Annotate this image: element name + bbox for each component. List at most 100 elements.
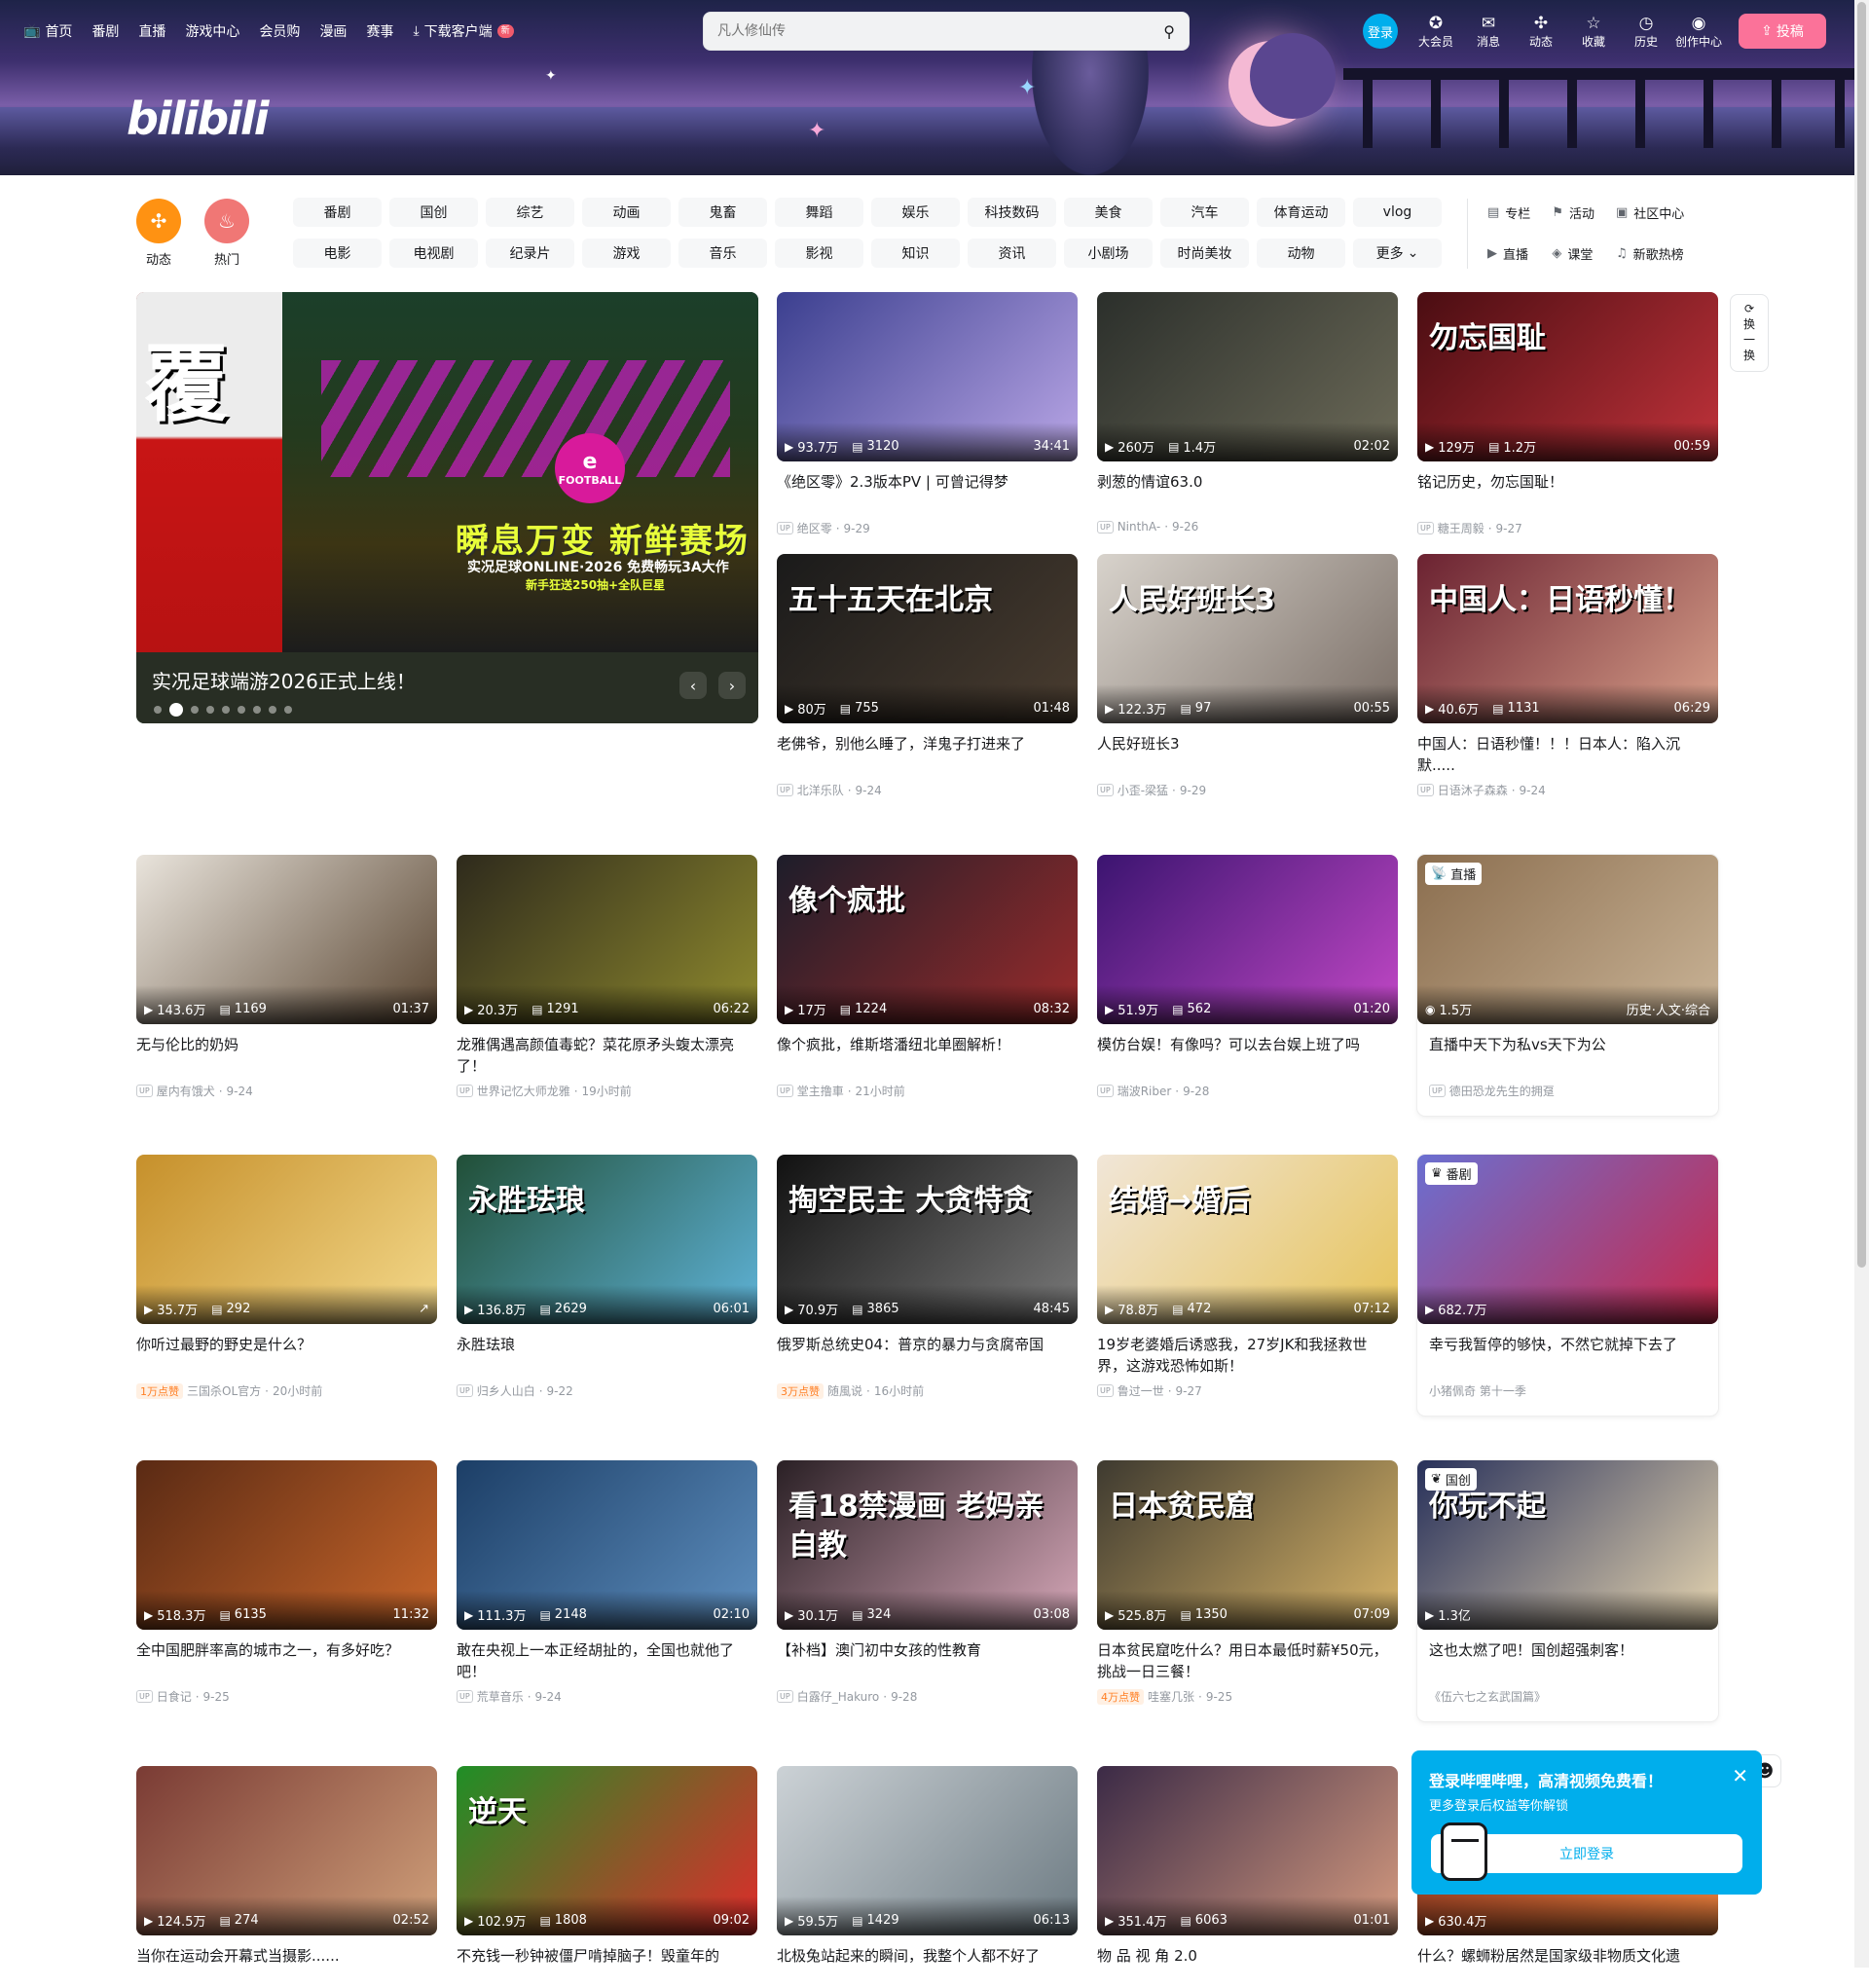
author-name[interactable]: 三国杀OL官方 bbox=[187, 1382, 261, 1399]
video-card[interactable]: ▶ 51.9万 ▤ 562 01:20 模仿台娱！有像吗？可以去台娱上班了吗 UP 瑞波Rib… bbox=[1097, 855, 1398, 1099]
author-name[interactable]: 绝区零 bbox=[797, 520, 832, 536]
video-title[interactable]: 老佛爷，别他么睡了，洋鬼子打进来了 bbox=[777, 733, 1078, 776]
video-cover[interactable]: 结婚→婚后 ▶ 78.8万 ▤ 472 07:12 bbox=[1097, 1155, 1398, 1324]
page-scrollbar[interactable] bbox=[1854, 0, 1869, 1968]
channel-item[interactable]: 国创 bbox=[389, 198, 478, 227]
video-card[interactable]: 结婚→婚后 ▶ 78.8万 ▤ 472 07:12 19岁老婆婚后诱惑我，27岁JK和我拯救… bbox=[1097, 1155, 1398, 1399]
video-cover[interactable]: 逆天 ▶ 102.9万 ▤ 1808 09:02 bbox=[457, 1766, 757, 1935]
channel-item[interactable]: 体育运动 bbox=[1257, 198, 1345, 227]
video-title[interactable]: 什么？螺蛳粉居然是国家级非物质文化遗 bbox=[1417, 1945, 1718, 1988]
author-name[interactable]: 归乡人山白 bbox=[477, 1382, 535, 1399]
share-icon[interactable]: ↗ bbox=[419, 1302, 429, 1316]
channel-link[interactable]: ◈ 课堂 bbox=[1552, 239, 1594, 268]
nav-manga[interactable]: 漫画 bbox=[319, 21, 347, 41]
channel-item[interactable]: 番剧 bbox=[293, 198, 382, 227]
video-card[interactable]: 逆天 ▶ 102.9万 ▤ 1808 09:02 不充钱一秒钟被僵尸啃掉脑子！毁童年的 bbox=[457, 1766, 757, 1988]
video-cover[interactable]: 掏空民主 大贪特贪 ▶ 70.9万 ▤ 3865 48:45 bbox=[777, 1155, 1078, 1324]
carousel-dot[interactable] bbox=[191, 706, 199, 714]
channel-item[interactable]: 影视 bbox=[775, 239, 863, 268]
author-name[interactable]: 瑞波Riber bbox=[1118, 1083, 1172, 1099]
banner-carousel[interactable]: 覆 e FOOTBALL 瞬息万变 新鲜赛场 实况足球ONLINE·2026 免费… bbox=[136, 292, 758, 723]
nav-bangumi[interactable]: 番剧 bbox=[92, 21, 119, 41]
video-card[interactable]: ▶ 124.5万 ▤ 274 02:52 当你在运动会开幕式当摄影...... bbox=[136, 1766, 437, 1988]
refresh-button[interactable]: ⟳ 换一换 bbox=[1730, 294, 1769, 372]
channel-item[interactable]: 纪录片 bbox=[486, 239, 574, 268]
nav-game-center[interactable]: 游戏中心 bbox=[185, 21, 239, 41]
nav-vip[interactable]: ✪ 大会员 bbox=[1410, 14, 1462, 50]
video-card[interactable]: ▶ 20.3万 ▤ 1291 06:22 龙雅偶遇高颜值毒蛇？菜花原矛头蝮太漂亮了！ UP 世… bbox=[457, 855, 757, 1099]
video-card[interactable]: 勿忘国耻 ▶ 129万 ▤ 1.2万 00:59 铭记历史，勿忘国耻！ UP 糖王周毅 · 9-27 bbox=[1417, 292, 1718, 536]
channel-link[interactable]: ⚑ 活动 bbox=[1552, 198, 1594, 227]
video-title[interactable]: 铭记历史，勿忘国耻！ bbox=[1417, 471, 1718, 514]
channel-item[interactable]: 时尚美妆 bbox=[1160, 239, 1249, 268]
channel-link[interactable]: ▣ 社区中心 bbox=[1616, 198, 1684, 227]
author-name[interactable]: 白露仔_Hakuro bbox=[797, 1688, 880, 1705]
video-title[interactable]: 不充钱一秒钟被僵尸啃掉脑子！毁童年的 bbox=[457, 1945, 757, 1988]
author-name[interactable]: 日语沐子森森 bbox=[1438, 782, 1508, 798]
nav-download-client[interactable]: ⤓ 下载客户端新 bbox=[413, 21, 514, 41]
channel-item[interactable]: 游戏 bbox=[582, 239, 671, 268]
video-cover[interactable]: 📡 直播 ◉ 1.5万 历史·人文·综合 bbox=[1417, 855, 1718, 1024]
video-cover[interactable]: 你玩不起 ❦ 国创 ▶ 1.3亿 bbox=[1417, 1460, 1718, 1630]
video-title[interactable]: 全中国肥胖率高的城市之一，有多好吃？ bbox=[136, 1639, 437, 1682]
channel-item[interactable]: 娱乐 bbox=[871, 198, 960, 227]
carousel-dot[interactable] bbox=[222, 706, 230, 714]
channel-item[interactable]: 综艺 bbox=[486, 198, 574, 227]
bilibili-logo[interactable]: bilibili bbox=[127, 92, 269, 145]
video-title[interactable]: 日本贫民窟吃什么？用日本最低时薪¥50元，挑战一日三餐！ bbox=[1097, 1639, 1398, 1682]
video-title[interactable]: 你听过最野的野史是什么？ bbox=[136, 1334, 437, 1377]
video-card[interactable]: ▶ 143.6万 ▤ 1169 01:37 无与伦比的奶妈 UP 屋内有饿犬 · 9-24 bbox=[136, 855, 437, 1099]
video-cover[interactable]: 中国人：日语秒懂！ ▶ 40.6万 ▤ 1131 06:29 bbox=[1417, 554, 1718, 723]
video-card[interactable]: 看18禁漫画 老妈亲自教 ▶ 30.1万 ▤ 324 03:08 【补档】澳门初中女孩的性教… bbox=[777, 1460, 1078, 1705]
video-title[interactable]: 模仿台娱！有像吗？可以去台娱上班了吗 bbox=[1097, 1034, 1398, 1077]
video-title[interactable]: 北极兔站起来的瞬间，我整个人都不好了 bbox=[777, 1945, 1078, 1988]
carousel-dot[interactable] bbox=[238, 706, 245, 714]
search-input[interactable] bbox=[717, 23, 1164, 39]
channel-more[interactable]: 更多 ⌄ bbox=[1353, 239, 1442, 268]
channel-item[interactable]: 动物 bbox=[1257, 239, 1345, 268]
video-card[interactable]: ▶ 351.4万 ▤ 6063 01:01 物 品 视 角 2.0 bbox=[1097, 1766, 1398, 1988]
video-title[interactable]: 这也太燃了吧！国创超强刺客！ bbox=[1417, 1639, 1718, 1682]
video-card[interactable]: ▶ 59.5万 ▤ 1429 06:13 北极兔站起来的瞬间，我整个人都不好了 bbox=[777, 1766, 1078, 1988]
channel-item[interactable]: 资讯 bbox=[968, 239, 1056, 268]
video-card[interactable]: ▶ 260万 ▤ 1.4万 02:02 剥葱的情谊63.0 UP NinthA- · 9-26 bbox=[1097, 292, 1398, 534]
nav-creator-center[interactable]: ◉ 创作中心 bbox=[1672, 14, 1725, 50]
channel-item[interactable]: 美食 bbox=[1064, 198, 1153, 227]
video-title[interactable]: 当你在运动会开幕式当摄影...... bbox=[136, 1945, 437, 1988]
video-title[interactable]: 【补档】澳门初中女孩的性教育 bbox=[777, 1639, 1078, 1682]
video-title[interactable]: 物 品 视 角 2.0 bbox=[1097, 1945, 1398, 1988]
author-name[interactable]: 屋内有饿犬 bbox=[157, 1083, 215, 1099]
video-cover[interactable]: ♛ 番剧 ▶ 682.7万 bbox=[1417, 1155, 1718, 1324]
video-cover[interactable]: ▶ 143.6万 ▤ 1169 01:37 bbox=[136, 855, 437, 1024]
channel-link[interactable]: ▤ 专栏 bbox=[1487, 198, 1530, 227]
carousel-dot[interactable] bbox=[169, 703, 183, 717]
author-name[interactable]: 糖王周毅 bbox=[1438, 520, 1484, 536]
video-cover[interactable]: ▶ 124.5万 ▤ 274 02:52 bbox=[136, 1766, 437, 1935]
author-name[interactable]: 德田恐龙先生的拥趸 bbox=[1449, 1083, 1555, 1099]
video-title[interactable]: 俄罗斯总统史04：普京的暴力与贪腐帝国 bbox=[777, 1334, 1078, 1377]
author-name[interactable]: 北洋乐队 bbox=[797, 782, 844, 798]
channel-item[interactable]: 小剧场 bbox=[1064, 239, 1153, 268]
video-title[interactable]: 永胜珐琅 bbox=[457, 1334, 757, 1377]
dynamic-button[interactable]: ✣ bbox=[136, 199, 181, 243]
video-cover[interactable]: 日本贫民窟 ▶ 525.8万 ▤ 1350 07:09 bbox=[1097, 1460, 1398, 1630]
channel-item[interactable]: 鬼畜 bbox=[678, 198, 767, 227]
author-name[interactable]: NinthA- bbox=[1118, 520, 1161, 534]
video-cover[interactable]: ▶ 59.5万 ▤ 1429 06:13 bbox=[777, 1766, 1078, 1935]
video-card[interactable]: 永胜珐琅 ▶ 136.8万 ▤ 2629 06:01 永胜珐琅 UP 归乡人山白 · 9-22 bbox=[457, 1155, 757, 1399]
carousel-next-button[interactable]: › bbox=[718, 672, 746, 699]
video-title[interactable]: 《绝区零》2.3版本PV | 可曾记得梦 bbox=[777, 471, 1078, 514]
author-name[interactable]: 随風说 bbox=[827, 1382, 862, 1399]
video-title[interactable]: 幸亏我暂停的够快，不然它就掉下去了 bbox=[1417, 1334, 1718, 1377]
carousel-dot[interactable] bbox=[206, 706, 214, 714]
video-cover[interactable]: ▶ 518.3万 ▤ 6135 11:32 bbox=[136, 1460, 437, 1630]
hot-button[interactable]: ♨ bbox=[204, 199, 249, 243]
author-name[interactable]: 荒草音乐 bbox=[477, 1688, 524, 1705]
carousel-dot[interactable] bbox=[269, 706, 276, 714]
video-card[interactable]: 中国人：日语秒懂！ ▶ 40.6万 ▤ 1131 06:29 中国人：日语秒懂！！！日本人：… bbox=[1417, 554, 1718, 798]
video-cover[interactable]: ▶ 51.9万 ▤ 562 01:20 bbox=[1097, 855, 1398, 1024]
channel-link[interactable]: ♫ 新歌热榜 bbox=[1616, 239, 1684, 268]
nav-favorites[interactable]: ☆ 收藏 bbox=[1567, 14, 1620, 50]
channel-item[interactable]: 音乐 bbox=[678, 239, 767, 268]
channel-item[interactable]: 电视剧 bbox=[389, 239, 478, 268]
